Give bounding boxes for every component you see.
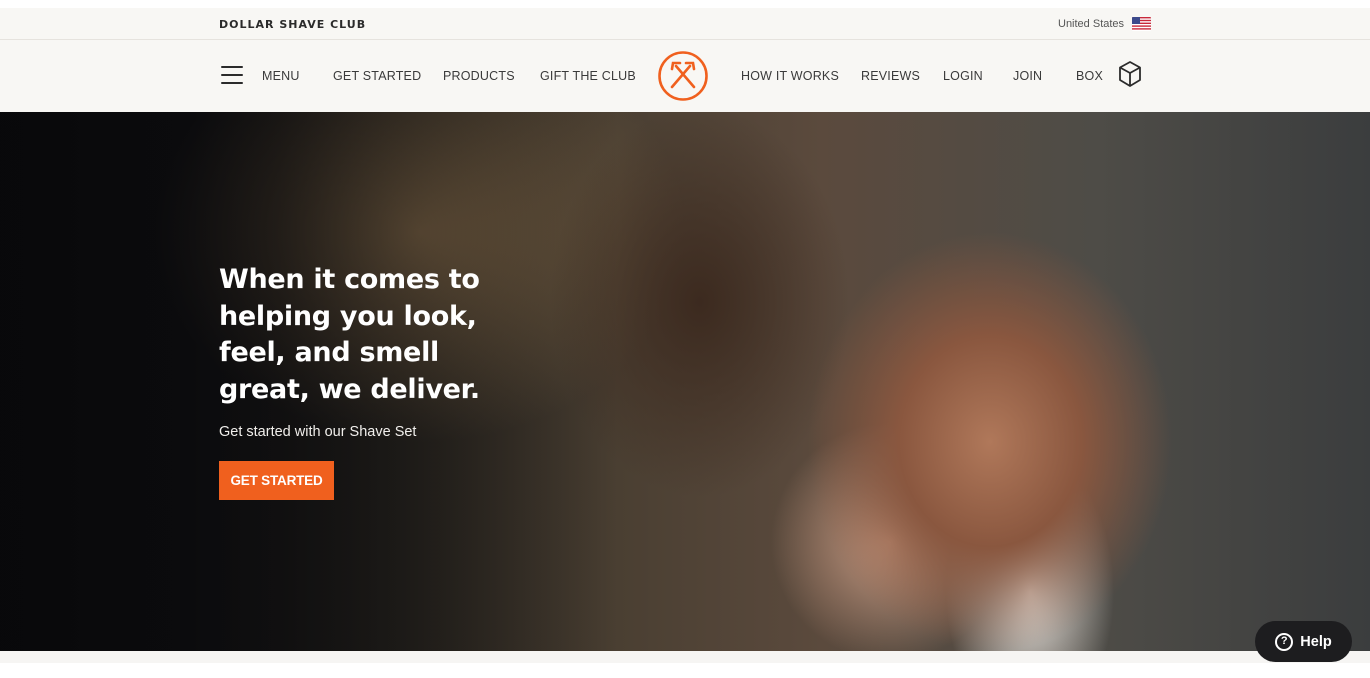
hamburger-menu-icon[interactable] [221, 66, 243, 86]
help-button[interactable]: ? Help [1255, 621, 1352, 662]
nav-reviews[interactable]: REVIEWS [861, 69, 920, 83]
nav-get-started[interactable]: GET STARTED [333, 69, 421, 83]
get-started-button[interactable]: GET STARTED [219, 461, 334, 500]
nav-join[interactable]: JOIN [1013, 69, 1042, 83]
nav-products[interactable]: PRODUCTS [443, 69, 515, 83]
nav-login[interactable]: LOGIN [943, 69, 983, 83]
us-flag-icon [1132, 17, 1152, 31]
brand-wordmark[interactable]: DOLLAR SHAVE CLUB [219, 18, 366, 31]
hero-title: When it comes to helping you look, feel,… [219, 264, 480, 405]
top-strip [0, 0, 1370, 8]
question-circle-icon: ? [1275, 632, 1294, 651]
help-label: Help [1300, 633, 1332, 650]
nav-menu[interactable]: MENU [262, 69, 300, 83]
country-label: United States [1058, 18, 1125, 30]
nav-how-it-works[interactable]: HOW IT WORKS [741, 69, 839, 83]
hero-subtitle: Get started with our Shave Set [219, 424, 417, 440]
nav-gift-the-club[interactable]: GIFT THE CLUB [540, 69, 636, 83]
utility-bar: DOLLAR SHAVE CLUB United States [0, 8, 1370, 40]
page-bottom [0, 651, 1370, 678]
section-divider [0, 651, 1370, 663]
crossed-razors-logo-icon[interactable] [657, 50, 709, 102]
nav-box[interactable]: BOX [1076, 69, 1103, 83]
main-nav: MENU GET STARTED PRODUCTS GIFT THE CLUB … [0, 40, 1370, 112]
country-selector[interactable]: United States [1058, 17, 1152, 31]
box-icon[interactable] [1118, 60, 1142, 88]
hero-banner: When it comes to helping you look, feel,… [0, 112, 1370, 651]
